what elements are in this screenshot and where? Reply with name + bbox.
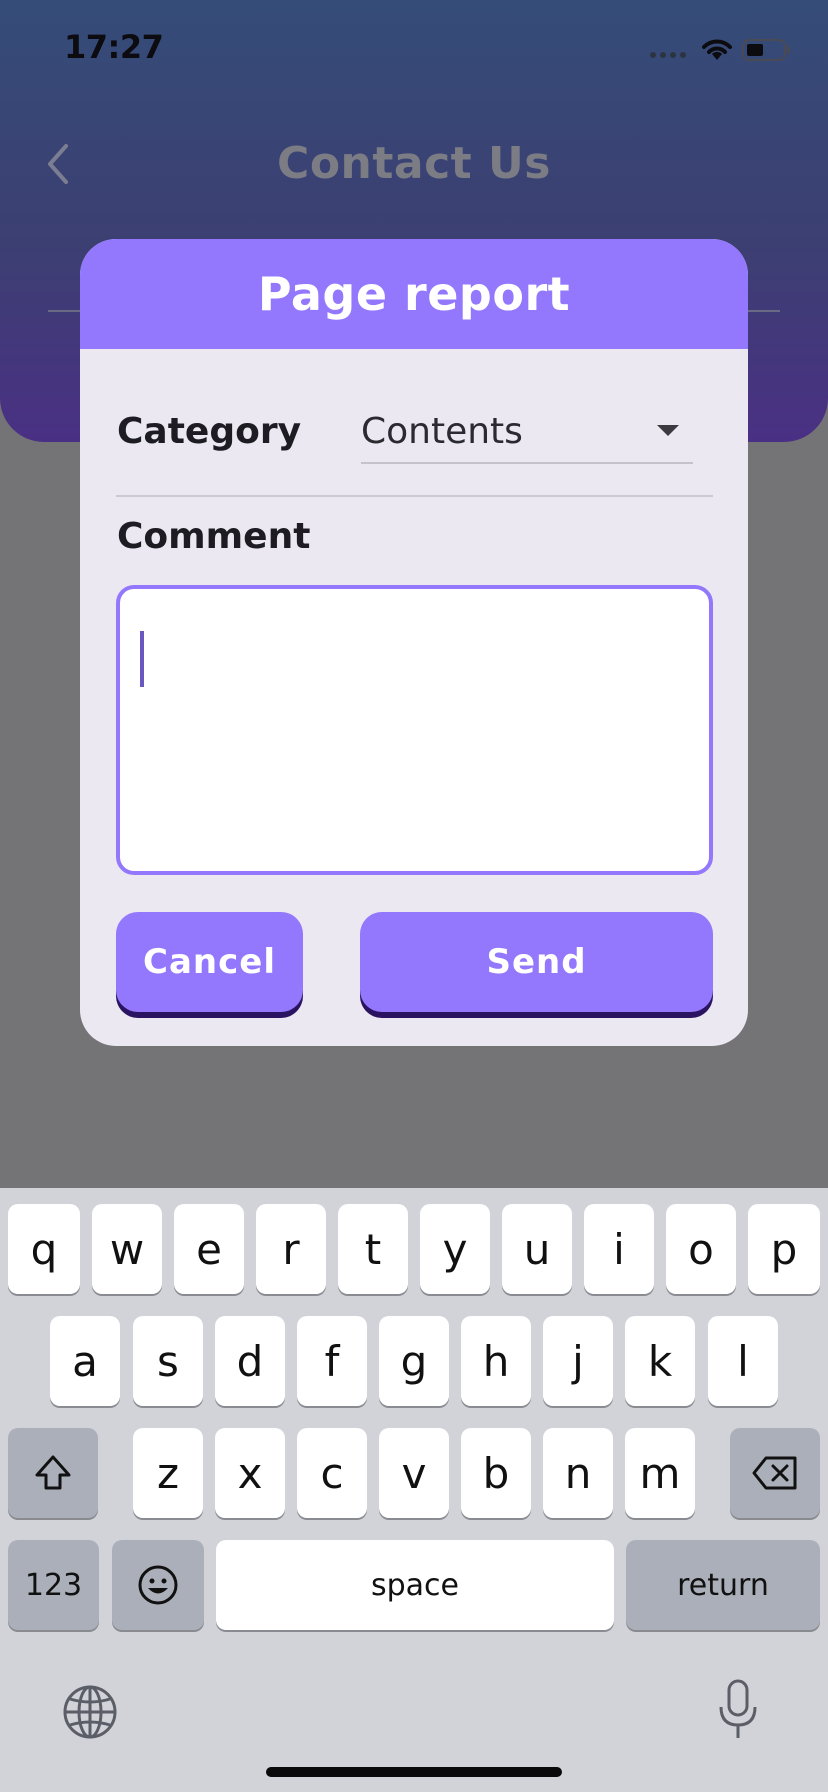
shift-key[interactable] [8,1428,98,1518]
key-w[interactable]: w [92,1204,162,1294]
globe-icon[interactable] [62,1684,118,1740]
battery-icon [742,39,790,61]
category-label: Category [117,411,302,452]
key-m[interactable]: m [625,1428,695,1518]
key-f[interactable]: f [297,1316,367,1406]
return-key[interactable]: return [626,1540,820,1630]
key-v[interactable]: v [379,1428,449,1518]
key-d[interactable]: d [215,1316,285,1406]
key-r[interactable]: r [256,1204,326,1294]
shift-arrow-icon [35,1455,71,1490]
key-p[interactable]: p [748,1204,820,1294]
dropdown-arrow-icon [657,425,679,436]
category-dropdown[interactable]: Contents [361,397,693,464]
wifi-icon [702,39,732,60]
home-indicator [266,1767,562,1777]
key-y[interactable]: y [420,1204,490,1294]
key-n[interactable]: n [543,1428,613,1518]
space-key[interactable]: space [216,1540,614,1630]
signal-icon [650,52,686,58]
cancel-button[interactable]: Cancel [116,912,303,1012]
backspace-icon [752,1456,797,1490]
category-value: Contents [361,411,523,452]
comment-input[interactable] [116,585,713,875]
emoji-key[interactable] [112,1540,204,1630]
key-h[interactable]: h [461,1316,531,1406]
key-l[interactable]: l [708,1316,778,1406]
keyboard: q w e r t y u i o p a s d f g h j k l z … [0,1188,828,1792]
key-x[interactable]: x [215,1428,285,1518]
key-k[interactable]: k [625,1316,695,1406]
delete-key[interactable] [730,1428,820,1518]
status-time: 17:27 [64,28,164,66]
page-report-dialog: Page report Category Contents Comment Ca… [80,239,748,1046]
numbers-key[interactable]: 123 [8,1540,99,1630]
key-c[interactable]: c [297,1428,367,1518]
comment-label: Comment [117,516,311,557]
text-caret [140,631,144,687]
key-z[interactable]: z [133,1428,203,1518]
key-t[interactable]: t [338,1204,408,1294]
key-g[interactable]: g [379,1316,449,1406]
key-u[interactable]: u [502,1204,572,1294]
screen-title: Contact Us [277,138,551,189]
dialog-title: Page report [257,267,571,321]
key-a[interactable]: a [50,1316,120,1406]
key-o[interactable]: o [666,1204,736,1294]
emoji-icon [138,1565,178,1605]
key-j[interactable]: j [543,1316,613,1406]
dialog-header: Page report [80,239,748,349]
key-i[interactable]: i [584,1204,654,1294]
key-s[interactable]: s [133,1316,203,1406]
divider [116,495,713,497]
key-e[interactable]: e [174,1204,244,1294]
key-q[interactable]: q [8,1204,80,1294]
key-b[interactable]: b [461,1428,531,1518]
microphone-icon[interactable] [716,1678,760,1742]
send-button[interactable]: Send [360,912,713,1012]
